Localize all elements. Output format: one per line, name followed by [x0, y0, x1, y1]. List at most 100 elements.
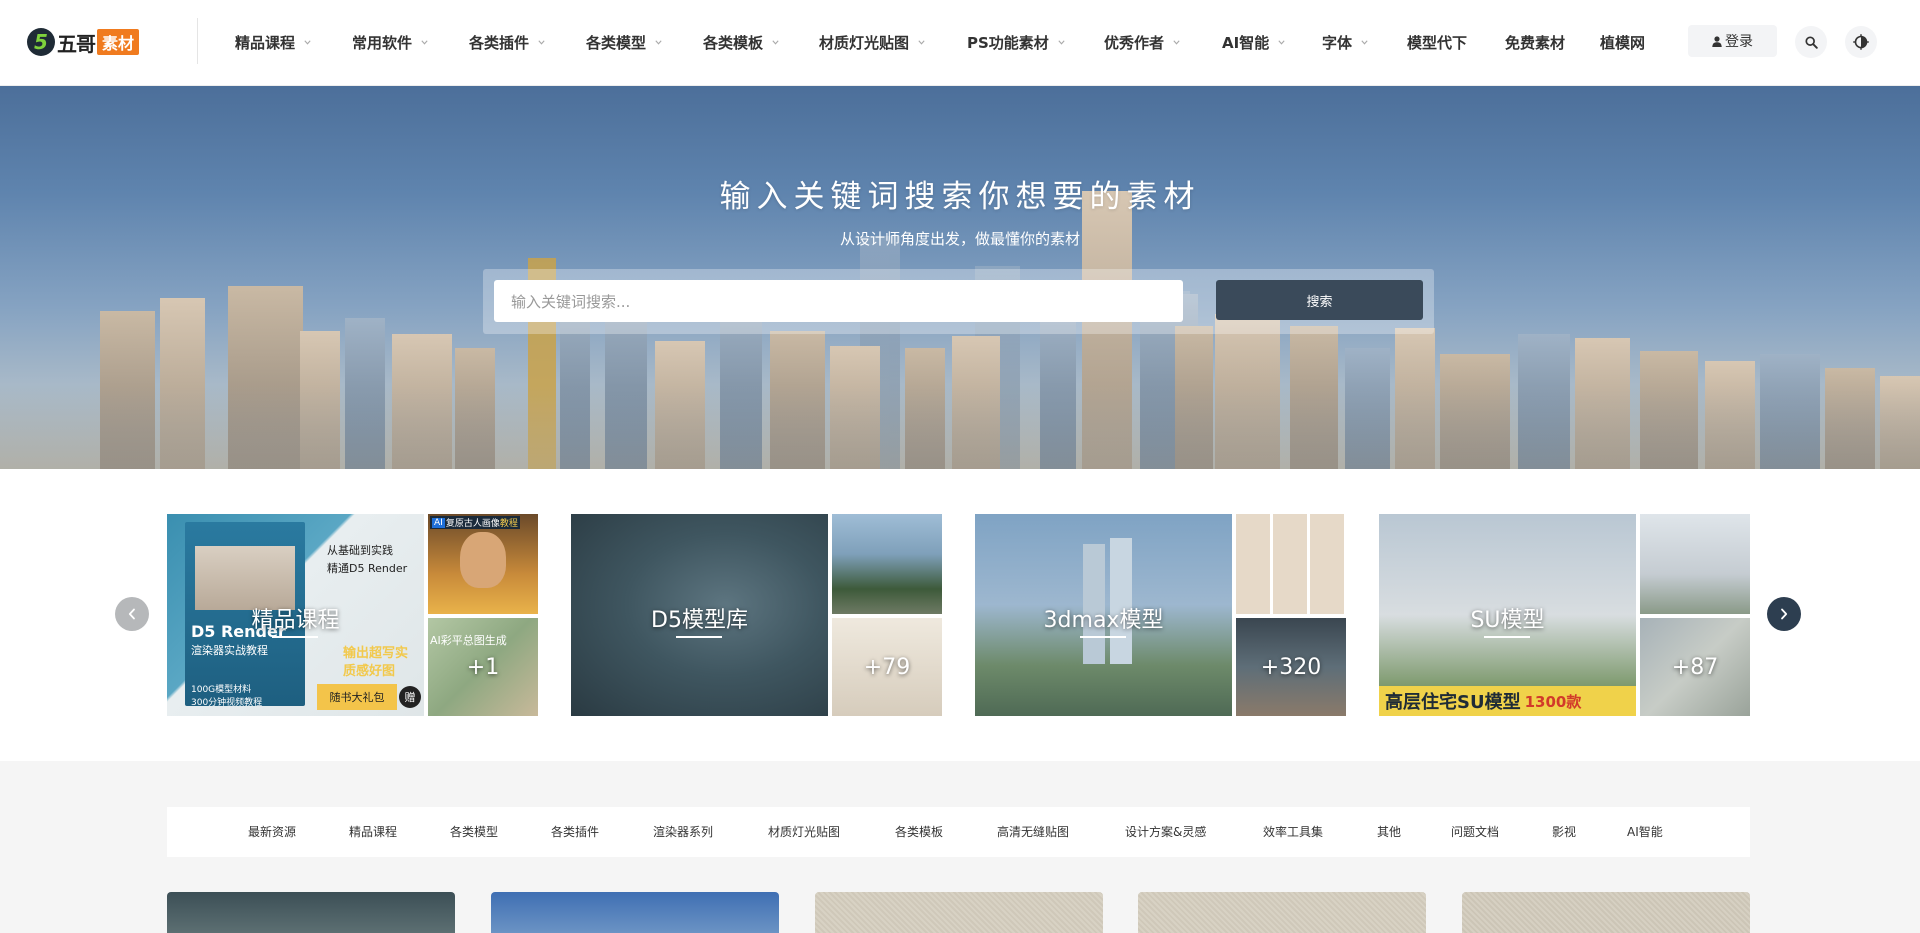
nav-item-label: 优秀作者 — [1104, 34, 1165, 52]
category-tab[interactable]: 渲染器系列 — [653, 823, 713, 840]
carousel-prev-button[interactable] — [115, 597, 149, 631]
category-tab[interactable]: 最新资源 — [248, 823, 296, 840]
search-icon — [1804, 35, 1818, 49]
nav-item[interactable]: 优秀作者 — [1104, 32, 1180, 53]
nav-item-label: 免费素材 — [1505, 34, 1566, 52]
user-icon — [1712, 35, 1722, 47]
nav-item-label: 常用软件 — [352, 34, 413, 52]
logo-badge: 素材 — [97, 29, 140, 55]
nav-item-label: PS功能素材 — [967, 34, 1049, 52]
nav-item[interactable]: 字体 — [1322, 32, 1368, 53]
category-tab[interactable]: 各类模板 — [895, 823, 943, 840]
su-banner: 高层住宅SU模型 1300款 — [1379, 686, 1636, 716]
card-count: +87 — [1671, 654, 1719, 680]
login-button[interactable]: 登录 — [1688, 25, 1777, 57]
chevron-down-icon — [1278, 40, 1285, 45]
search-placeholder: 输入关键词搜索... — [511, 292, 631, 311]
search-input[interactable]: 输入关键词搜索... — [494, 280, 1183, 322]
theme-toggle-button[interactable] — [1845, 26, 1877, 58]
theme-toggle-icon — [1853, 34, 1869, 50]
site-header: 5 五哥 素材 精品课程 常用软件 各类插件 各类模型 各类模板 材质灯光贴图 PS功能素材… — [0, 0, 1920, 86]
chevron-left-icon — [128, 608, 135, 620]
nav-item[interactable]: 常用软件 — [352, 32, 428, 53]
book-footer-1: 100G模型材料 — [191, 685, 252, 695]
category-tab[interactable]: 各类模型 — [450, 823, 498, 840]
category-tab[interactable]: 其他 — [1377, 823, 1401, 840]
site-logo[interactable]: 5 五哥 素材 — [27, 26, 140, 58]
nav-item-label: 精品课程 — [235, 34, 296, 52]
book-promo: 输出超写实 — [343, 646, 409, 661]
nav-item[interactable]: 各类模板 — [703, 32, 779, 53]
nav-item-label: 植模网 — [1600, 34, 1646, 52]
book-subtitle: 渲染器实战教程 — [191, 644, 268, 657]
nav-item[interactable]: 模型代下 — [1407, 32, 1467, 53]
card-thumb-tower — [1640, 514, 1750, 614]
category-card-courses[interactable]: D5 Render 渲染器实战教程 100G模型材料 300分钟视频教程 从基础… — [167, 514, 538, 716]
nav-item-label: 各类模型 — [586, 34, 647, 52]
post-thumbnail[interactable] — [815, 892, 1103, 933]
category-tab[interactable]: 问题文档 — [1451, 823, 1499, 840]
category-tab[interactable]: 影视 — [1552, 823, 1576, 840]
carousel-next-button[interactable] — [1767, 597, 1801, 631]
card-count: +320 — [1260, 654, 1322, 680]
ai-portrait-title: AI 复原古人画像 教程 — [430, 516, 520, 529]
card-label: 精品课程 — [251, 608, 340, 633]
post-thumbnail[interactable] — [167, 892, 455, 933]
nav-item[interactable]: 各类插件 — [469, 32, 545, 53]
category-carousel: D5 Render 渲染器实战教程 100G模型材料 300分钟视频教程 从基础… — [0, 469, 1920, 761]
nav-item[interactable]: PS功能素材 — [967, 32, 1065, 53]
book-room-image — [195, 546, 295, 610]
hero-title: 输入关键词搜索你想要的素材 — [719, 179, 1201, 215]
card-underline — [1484, 636, 1530, 638]
nav-item[interactable]: 材质灯光贴图 — [819, 32, 925, 53]
chevron-down-icon — [1058, 40, 1065, 45]
chevron-down-icon — [304, 40, 311, 45]
nav-item-label: AI智能 — [1222, 34, 1270, 52]
category-tab[interactable]: 高清无缝贴图 — [997, 823, 1069, 840]
search-panel: 输入关键词搜索... 搜索 — [483, 269, 1434, 334]
portrait-face — [460, 532, 506, 588]
chevron-down-icon — [772, 40, 779, 45]
header-divider — [197, 18, 198, 64]
category-tab[interactable]: 各类插件 — [551, 823, 599, 840]
category-tab[interactable]: 效率工具集 — [1263, 823, 1323, 840]
nav-item[interactable]: 精品课程 — [235, 32, 311, 53]
card-underline — [676, 636, 722, 638]
logo-text: 五哥 — [57, 31, 96, 56]
chevron-down-icon — [1173, 40, 1180, 45]
nav-item[interactable]: 植模网 — [1600, 32, 1645, 53]
nav-item-label: 模型代下 — [1407, 34, 1468, 52]
category-tab[interactable]: AI智能 — [1627, 823, 1663, 840]
category-card-3dmax[interactable]: 3dmax模型 +320 — [975, 514, 1346, 716]
nav-item[interactable]: 免费素材 — [1505, 32, 1565, 53]
category-tab[interactable]: 材质灯光贴图 — [768, 823, 840, 840]
card-label: SU模型 — [1470, 608, 1545, 633]
category-card-su[interactable]: 高层住宅SU模型 1300款 SU模型 +87 — [1379, 514, 1750, 716]
category-card-d5[interactable]: D5模型库 +79 — [571, 514, 942, 716]
book-footer-2: 300分钟视频教程 — [191, 698, 263, 708]
category-tabs: 最新资源 精品课程 各类模型 各类插件 渲染器系列 材质灯光贴图 各类模板 高清无缝贴图 设计方… — [167, 807, 1750, 857]
logo-mark: 5 — [27, 28, 55, 56]
nav-item-label: 各类模板 — [703, 34, 764, 52]
book-line-2: 精通D5 Render — [327, 562, 408, 575]
tower-right — [1110, 538, 1132, 664]
post-thumbnail[interactable] — [1462, 892, 1750, 933]
card-label: 3dmax模型 — [1043, 608, 1164, 633]
chevron-down-icon — [1361, 40, 1368, 45]
search-button-header[interactable] — [1795, 26, 1827, 58]
chevron-down-icon — [655, 40, 662, 45]
book-promo-2: 质感好图 — [343, 664, 396, 679]
book-line-1: 从基础到实践 — [327, 544, 393, 557]
card-thumb-architecture — [832, 514, 942, 614]
post-thumbnail[interactable] — [1138, 892, 1426, 933]
post-thumbnail[interactable] — [491, 892, 779, 933]
chevron-right-icon — [1781, 608, 1788, 620]
search-submit-button[interactable]: 搜索 — [1216, 280, 1423, 320]
nav-item-label: 材质灯光贴图 — [819, 34, 910, 52]
nav-item[interactable]: 各类模型 — [586, 32, 662, 53]
hero-subtitle: 从设计师角度出发，做最懂你的素材 — [839, 230, 1080, 248]
nav-item[interactable]: AI智能 — [1222, 32, 1285, 53]
category-tab[interactable]: 设计方案&灵感 — [1125, 823, 1206, 840]
category-tab[interactable]: 精品课程 — [349, 823, 397, 840]
chevron-down-icon — [918, 40, 925, 45]
